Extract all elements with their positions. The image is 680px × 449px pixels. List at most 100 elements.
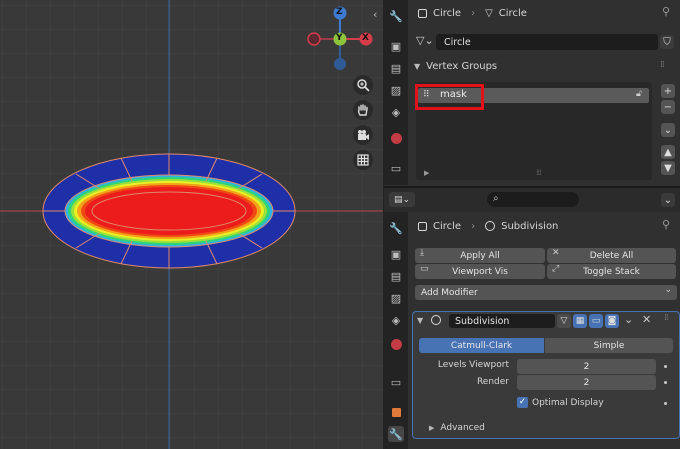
properties-editor: 🔧 ▣ ▤ ▨ ◈ ▭ Circle › ▽ Circle ⚲ ▽⌄ Circl…	[383, 0, 680, 449]
fake-user-shield-icon[interactable]: ⛉	[660, 35, 674, 49]
vertex-groups-header[interactable]: ▼ Vertex Groups	[414, 61, 497, 72]
upper-tab-column: 🔧 ▣ ▤ ▨ ◈ ▭	[384, 0, 408, 185]
world-icon[interactable]	[388, 130, 404, 146]
delete-all-button[interactable]: ✕ Delete All	[547, 248, 676, 263]
collection-icon[interactable]: ▭	[388, 374, 404, 390]
ortho-grid-icon[interactable]	[353, 150, 373, 170]
render-icon[interactable]: ▣	[388, 246, 404, 262]
remove-vertex-group-button[interactable]: −	[661, 100, 675, 114]
collection-icon[interactable]: ▭	[388, 160, 404, 176]
world-icon[interactable]	[388, 336, 404, 352]
catmull-clark-button[interactable]: Catmull-Clark	[419, 338, 544, 353]
output-icon[interactable]: ▤	[388, 60, 404, 76]
modifier-drag-handle-icon[interactable]: ⁞⁞	[664, 313, 669, 323]
breadcrumb-mesh: Circle	[498, 7, 527, 19]
keyframe-dot-icon[interactable]	[664, 402, 667, 405]
breadcrumb-object: Circle	[433, 220, 462, 232]
object-properties-icon[interactable]	[388, 404, 404, 420]
levels-viewport-field[interactable]: 2	[517, 359, 656, 374]
render-icon[interactable]: ▣	[388, 38, 404, 54]
options-dropdown-button[interactable]: ⌄	[661, 193, 675, 207]
on-cage-icon[interactable]: ▦	[573, 314, 587, 328]
panel-drag-handle-icon[interactable]: ⁞⁞	[660, 60, 665, 70]
delete-x-icon: ✕	[552, 248, 560, 258]
vertex-group-specials-button[interactable]: ⌄	[661, 123, 675, 137]
tool-icon[interactable]: 🔧	[388, 220, 404, 236]
gizmo-y-label[interactable]: Y	[336, 33, 343, 43]
modifier-breadcrumb: Circle › Subdivision	[418, 219, 558, 233]
modifier-menu-chevron-icon[interactable]: ⌄	[624, 313, 633, 326]
add-modifier-dropdown[interactable]: Add Modifier ⌄	[415, 285, 677, 300]
mesh-name-field[interactable]: Circle	[436, 34, 658, 50]
breadcrumb-separator-icon: ›	[471, 220, 476, 232]
object-icon	[418, 221, 427, 231]
levels-viewport-label: Levels Viewport	[437, 360, 509, 370]
pin-icon[interactable]: ⚲	[662, 218, 670, 231]
move-down-button[interactable]: ▼	[661, 161, 675, 175]
toggle-stack-button[interactable]: ⤢ Toggle Stack	[547, 264, 676, 279]
expand-arrows-icon: ⤢	[552, 264, 560, 274]
scene-icon[interactable]: ◈	[388, 104, 404, 120]
monitor-icon: ▭	[420, 264, 429, 274]
list-resize-handle-icon[interactable]: ⁞⁞⁞	[536, 168, 542, 177]
apply-all-label: Apply All	[460, 250, 500, 261]
remove-modifier-icon[interactable]: ✕	[642, 313, 651, 326]
view-layer-icon[interactable]: ▨	[388, 290, 404, 306]
modifier-wrench-icon[interactable]: 🔧	[388, 426, 404, 442]
gizmo-x-label[interactable]: X	[362, 33, 369, 43]
breadcrumb-object: Circle	[433, 7, 462, 19]
advanced-subpanel-header[interactable]: ▶ Advanced	[429, 423, 485, 433]
pin-icon[interactable]: ⚲	[662, 5, 670, 18]
render-levels-field[interactable]: 2	[517, 375, 656, 390]
gizmo-z-label[interactable]: Z	[336, 7, 343, 17]
simple-label: Simple	[593, 340, 625, 351]
modifier-panel-header: ▼	[417, 315, 442, 325]
panel-expand-icon[interactable]: ▼	[417, 316, 423, 325]
add-vertex-group-button[interactable]: +	[661, 84, 675, 98]
list-filter-expand-icon[interactable]: ▶	[424, 169, 429, 177]
lock-icon[interactable]: 🔓︎	[636, 89, 642, 99]
optimal-display-checkbox[interactable]: ✓ Optimal Display	[517, 397, 604, 408]
advanced-label: Advanced	[440, 423, 485, 433]
render-levels-value: 2	[583, 377, 590, 388]
subdivision-icon	[485, 221, 496, 231]
viewport-display-icon[interactable]: ▭	[589, 314, 603, 328]
viewport-vis-button[interactable]: ▭ Viewport Vis	[415, 264, 545, 279]
move-up-button[interactable]: ▲	[661, 145, 675, 159]
apply-all-button[interactable]: ⤓ Apply All	[415, 248, 545, 263]
tool-icon[interactable]: 🔧	[388, 8, 404, 24]
subdivision-icon	[431, 315, 442, 325]
lower-tab-column: 🔧 ▣ ▤ ▨ ◈ ▭ 🔧	[384, 212, 408, 449]
modifier-name-value: Subdivision	[455, 315, 510, 327]
breadcrumb-modifier: Subdivision	[501, 220, 559, 232]
properties-search-input[interactable]: ⌕	[487, 192, 579, 207]
checkbox-checked-icon[interactable]: ✓	[517, 397, 528, 408]
highlight-box	[415, 84, 484, 110]
breadcrumb-separator-icon: ›	[471, 7, 476, 19]
simple-button[interactable]: Simple	[545, 338, 673, 353]
output-icon[interactable]: ▤	[388, 268, 404, 284]
delete-all-label: Delete All	[589, 250, 634, 261]
pan-hand-icon[interactable]	[353, 100, 373, 120]
keyframe-dot-icon[interactable]	[664, 381, 667, 384]
context-breadcrumb: Circle › ▽ Circle	[418, 6, 527, 20]
edit-mode-icon[interactable]: ▽	[557, 314, 571, 328]
zoom-icon[interactable]	[353, 75, 373, 95]
render-camera-icon[interactable]: ◙	[605, 314, 619, 328]
object-icon	[418, 8, 427, 18]
camera-view-icon[interactable]	[353, 125, 373, 145]
viewport-grid	[0, 0, 383, 449]
catmull-clark-label: Catmull-Clark	[450, 340, 513, 351]
levels-viewport-value: 2	[583, 361, 590, 372]
keyframe-dot-icon[interactable]	[664, 365, 667, 368]
editor-type-button[interactable]: ▤⌄	[389, 192, 415, 207]
3d-viewport[interactable]: Z Y X ‹	[0, 0, 383, 449]
view-layer-icon[interactable]: ▨	[388, 82, 404, 98]
optimal-display-label: Optimal Display	[532, 397, 604, 408]
mesh-data-icon: ▽	[485, 7, 493, 19]
mesh-browse-button[interactable]: ▽⌄	[416, 34, 434, 47]
collapse-sidebar-icon[interactable]: ‹	[373, 8, 377, 21]
viewport-vis-label: Viewport Vis	[452, 266, 508, 277]
scene-icon[interactable]: ◈	[388, 312, 404, 328]
modifier-name-field[interactable]: Subdivision	[449, 314, 555, 328]
